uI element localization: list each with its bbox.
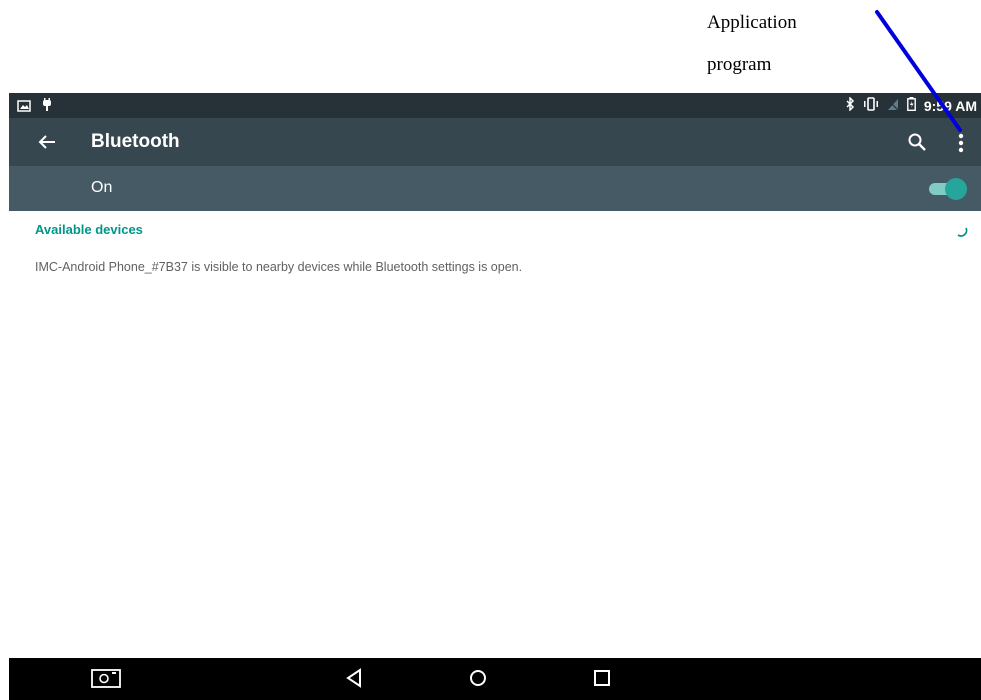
category-header: Available devices: [35, 222, 143, 237]
annotation-label-continued: program: [707, 54, 772, 75]
screenshot-icon: [91, 669, 121, 688]
back-icon: [346, 668, 361, 688]
home-icon: [470, 670, 486, 686]
image-icon: [17, 99, 31, 117]
screenshot-button[interactable]: [90, 667, 122, 694]
status-time: 9:59 AM: [923, 97, 977, 114]
settings-content: Available devices IMC-Android Phone_#7B3…: [9, 211, 981, 658]
back-button[interactable]: [35, 130, 59, 154]
app-toolbar: Bluetooth: [9, 118, 981, 166]
page-title: Bluetooth: [91, 131, 180, 152]
arrow-back-icon: [38, 135, 55, 149]
overflow-menu-button[interactable]: [953, 131, 969, 155]
nav-recents-button[interactable]: [591, 667, 613, 694]
search-button[interactable]: [907, 132, 927, 152]
more-vert-icon: [958, 133, 964, 153]
annotation-label: Application: [707, 12, 797, 33]
scanning-spinner-icon: [952, 221, 970, 239]
navigation-bar: [9, 658, 981, 700]
bluetooth-icon: [845, 96, 855, 114]
vibrate-icon: [863, 97, 879, 114]
bluetooth-switch-bar[interactable]: On: [9, 166, 981, 211]
bluetooth-toggle[interactable]: [925, 178, 967, 200]
visibility-notice: IMC-Android Phone_#7B37 is visible to ne…: [35, 260, 523, 274]
status-bar: 9:59 AM: [9, 93, 981, 118]
recents-icon: [594, 670, 610, 686]
nav-home-button[interactable]: [467, 667, 489, 694]
switch-label: On: [91, 179, 113, 196]
nav-back-button[interactable]: [344, 667, 364, 694]
toggle-thumb: [945, 178, 967, 200]
no-signal-icon: [887, 98, 899, 114]
usb-debug-icon: [41, 98, 53, 117]
search-icon: [908, 133, 926, 151]
battery-icon: [906, 97, 916, 114]
